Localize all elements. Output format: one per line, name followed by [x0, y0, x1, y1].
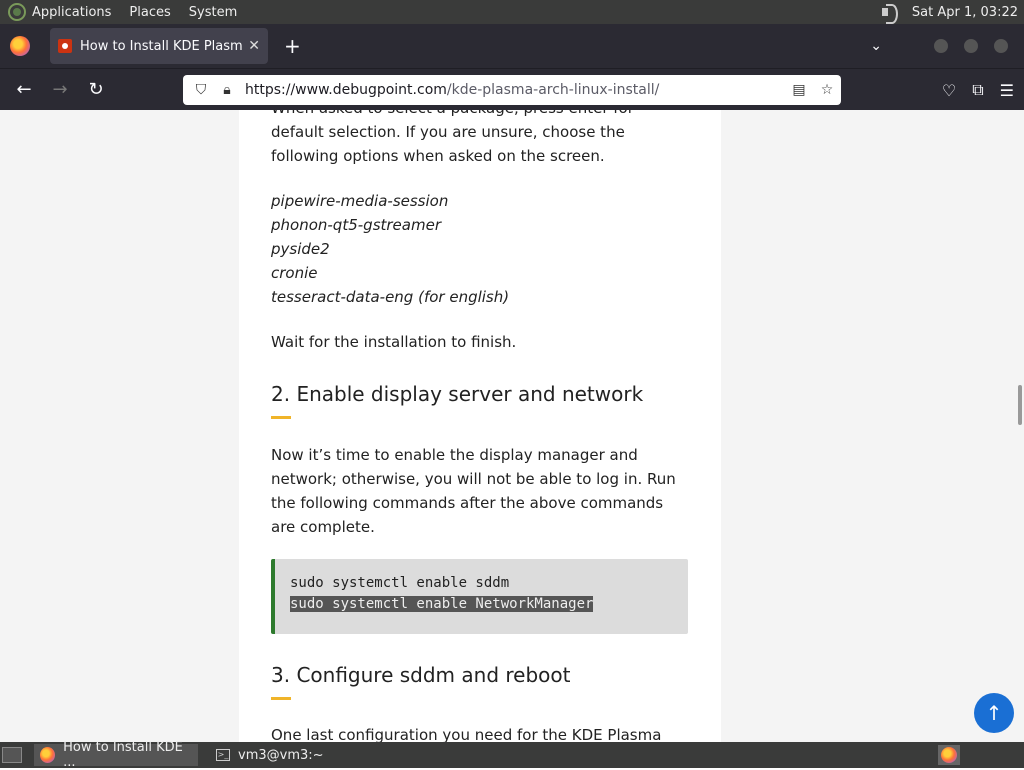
tab-bar: How to Install KDE Plasma i ✕ + ⌄	[0, 24, 1024, 68]
page-viewport[interactable]: When asked to select a package, press en…	[0, 110, 1024, 742]
clock[interactable]: Sat Apr 1, 03:22	[912, 5, 1018, 20]
list-item: tesseract-data-eng (for english)	[271, 288, 510, 306]
code-line[interactable]: sudo systemctl enable sddm	[290, 573, 688, 594]
show-desktop-icon[interactable]	[2, 747, 22, 763]
menu-places[interactable]: Places	[129, 5, 170, 20]
top-panel: Applications Places System Sat Apr 1, 03…	[0, 0, 1024, 24]
heading-configure-sddm: 3. Configure sddm and reboot	[271, 663, 570, 700]
heading-accent-bar	[271, 416, 291, 419]
tab-active[interactable]: How to Install KDE Plasma i ✕	[50, 28, 268, 64]
heading-text: 2. Enable display server and network	[271, 382, 644, 406]
site-favicon-icon	[58, 39, 72, 53]
last-config-paragraph: One last configuration you need for the …	[271, 726, 662, 742]
list-all-tabs-icon[interactable]: ⌄	[870, 38, 882, 54]
nav-bar: ← → ↻ ⛉ 🔒︎ https://www.debugpoint.com/kd…	[0, 68, 1024, 110]
tab-title: How to Install KDE Plasma i	[80, 38, 243, 54]
heading-accent-bar	[271, 697, 291, 700]
taskbar-item-label: How to Install KDE ...	[63, 740, 183, 770]
menu-system[interactable]: System	[189, 5, 237, 20]
pocket-icon[interactable]: ♡	[942, 81, 956, 100]
firefox-icon	[941, 747, 957, 763]
taskbar-item-label: vm3@vm3:~	[238, 747, 324, 763]
maximize-window-button[interactable]	[964, 39, 978, 53]
lock-icon[interactable]: 🔒︎	[219, 82, 235, 98]
taskbar-item-firefox[interactable]: How to Install KDE ...	[34, 740, 198, 770]
reload-button[interactable]: ↻	[78, 79, 114, 100]
article-body: When asked to select a package, press en…	[239, 110, 721, 742]
list-item: pyside2	[271, 240, 330, 258]
heading-enable-display-server: 2. Enable display server and network	[271, 382, 643, 419]
enable-paragraph: Now it’s time to enable the display mana…	[271, 446, 676, 536]
minimize-window-button[interactable]	[934, 39, 948, 53]
arrow-up-icon: ↑	[985, 701, 1003, 725]
package-list: pipewire-media-session phonon-qt5-gstrea…	[271, 189, 509, 309]
url-text[interactable]: https://www.debugpoint.com/kde-plasma-ar…	[245, 82, 785, 98]
intro-paragraph: When asked to select a package, press en…	[271, 110, 634, 165]
distro-logo-icon[interactable]	[8, 3, 26, 21]
url-bar[interactable]: ⛉ 🔒︎ https://www.debugpoint.com/kde-plas…	[183, 75, 841, 105]
workspace-switcher[interactable]	[938, 745, 960, 765]
menu-applications[interactable]: Applications	[32, 5, 111, 20]
forward-button[interactable]: →	[42, 79, 78, 100]
list-item: phonon-qt5-gstreamer	[271, 216, 441, 234]
list-item: pipewire-media-session	[271, 192, 449, 210]
wait-paragraph: Wait for the installation to finish.	[271, 333, 517, 351]
back-to-top-button[interactable]: ↑	[974, 693, 1014, 733]
volume-icon[interactable]	[880, 3, 902, 24]
extensions-icon[interactable]: ⧉	[972, 80, 983, 100]
close-window-button[interactable]	[994, 39, 1008, 53]
tab-close-icon[interactable]: ✕	[248, 38, 260, 54]
bottom-panel: How to Install KDE ... >_ vm3@vm3:~	[0, 740, 1024, 770]
heading-text: 3. Configure sddm and reboot	[271, 663, 571, 687]
back-button[interactable]: ←	[6, 79, 42, 100]
page-scrollbar[interactable]	[1018, 385, 1022, 425]
bookmark-star-icon[interactable]: ☆	[813, 82, 841, 98]
list-item: cronie	[271, 264, 318, 282]
url-path: /kde-plasma-arch-linux-install/	[446, 82, 660, 98]
url-domain: https://www.debugpoint.com	[245, 82, 447, 98]
firefox-icon	[40, 747, 56, 763]
tracking-protection-icon[interactable]: ⛉	[193, 82, 209, 98]
menu-hamburger-icon[interactable]: ☰	[1000, 81, 1014, 100]
reader-view-icon[interactable]: ▤	[785, 82, 813, 98]
new-tab-button[interactable]: +	[284, 34, 301, 58]
taskbar-item-terminal[interactable]: >_ vm3@vm3:~	[210, 744, 330, 766]
code-line-selected[interactable]: sudo systemctl enable NetworkManager	[290, 596, 594, 612]
code-block[interactable]: sudo systemctl enable sddm sudo systemct…	[271, 559, 688, 634]
terminal-icon: >_	[216, 749, 230, 761]
firefox-view-icon[interactable]	[10, 36, 30, 56]
